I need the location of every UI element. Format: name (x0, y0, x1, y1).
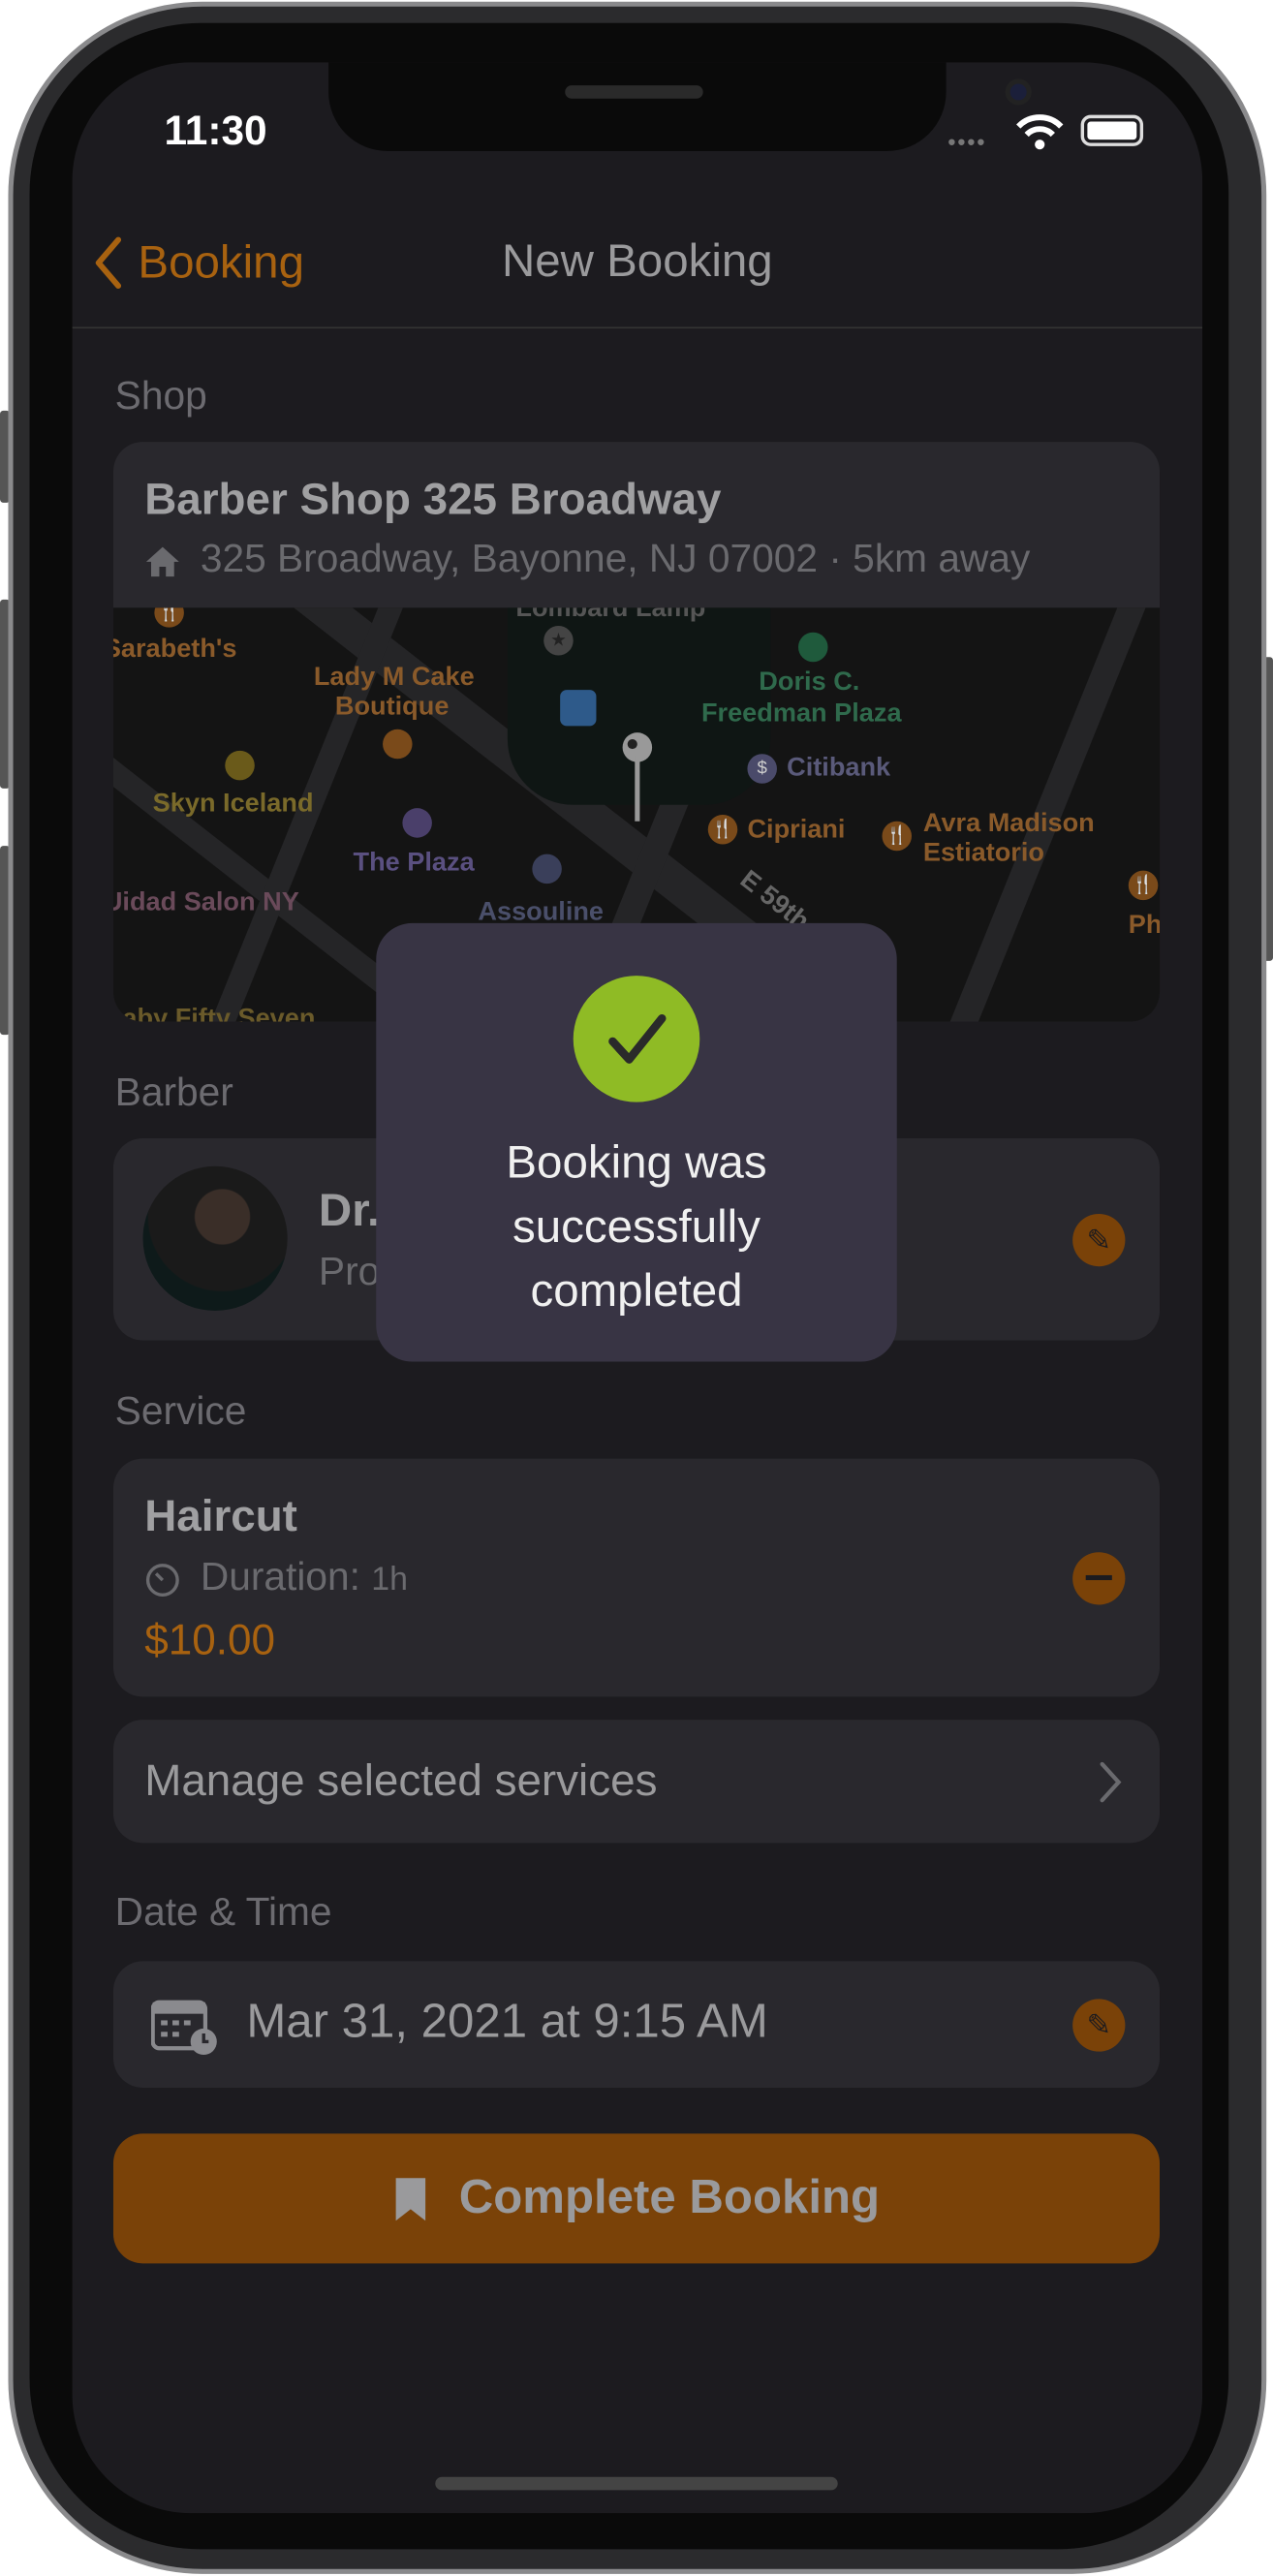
barber-subtitle: Pro (318, 1250, 381, 1295)
toast-line: completed (530, 1264, 743, 1317)
map-label: The Plaza (353, 849, 475, 878)
restaurant-icon: 🍴 (707, 814, 738, 845)
barber-section-label: Barber (114, 1071, 233, 1116)
map-label: Lombard Lamp (515, 607, 706, 623)
map-label: Doris C. (759, 668, 860, 697)
map-label: Cipriani (747, 816, 846, 845)
hotel-icon (402, 808, 432, 838)
duration-label: Duration: (200, 1555, 360, 1600)
service-section-label: Service (114, 1389, 247, 1435)
datetime-card[interactable]: Mar 31, 2021 at 9:15 AM ✎ (112, 1961, 1161, 2088)
service-duration: Duration: 1h (201, 1556, 408, 1601)
map-label: Baby Fifty Seven (112, 1005, 316, 1022)
barber-name: Dr. (318, 1184, 381, 1236)
map-label: Avra Madison (922, 809, 1095, 838)
map-label: Boutique (334, 693, 450, 722)
map-label: Sarabeth's (112, 636, 237, 664)
page-title: New Booking (501, 234, 773, 287)
duration-value: 1h (371, 1562, 409, 1598)
device-frame: 11:30 •••• Booking New Booking Shop Barb… (0, 0, 1273, 2576)
map-label: Skyn Iceland (152, 790, 314, 819)
timer-icon (145, 1564, 179, 1598)
signal-icon: •••• (947, 128, 987, 155)
edit-datetime-button[interactable]: ✎ (1072, 1999, 1126, 2052)
datetime-value: Mar 31, 2021 at 9:15 AM (246, 1996, 768, 2049)
nav-divider (72, 326, 1203, 329)
manage-services-label: Manage selected services (144, 1755, 658, 1806)
success-toast: Booking was successfully completed (376, 922, 897, 1362)
transit-icon (560, 690, 597, 727)
barber-avatar (142, 1165, 288, 1311)
status-time: 11:30 (164, 108, 267, 155)
service-card[interactable]: Haircut Duration: 1h $10.00 (112, 1458, 1161, 1697)
pencil-icon: ✎ (1086, 2008, 1112, 2042)
notch (328, 62, 1032, 151)
complete-booking-button[interactable]: Complete Booking (112, 2133, 1161, 2264)
home-indicator[interactable] (435, 2476, 838, 2491)
home-icon (145, 546, 179, 577)
datetime-section-label: Date & Time (114, 1890, 332, 1936)
map-label: Philip (1128, 911, 1160, 940)
shop-icon (225, 750, 255, 781)
toast-line: successfully (512, 1200, 761, 1252)
shop-name: Barber Shop 325 Broadway (144, 474, 722, 524)
toast-line: Booking was (506, 1136, 767, 1188)
bookmark-icon (396, 2177, 426, 2220)
remove-service-button[interactable] (1072, 1552, 1126, 1605)
restaurant-icon: 🍴 (882, 821, 912, 852)
map-label: Lady M Cake (313, 663, 475, 692)
star-icon: ★ (543, 625, 574, 656)
complete-booking-label: Complete Booking (458, 2171, 881, 2224)
minus-icon (1085, 1574, 1112, 1581)
battery-icon (1080, 114, 1144, 146)
pencil-icon: ✎ (1086, 1224, 1112, 1257)
camera (1005, 78, 1032, 106)
restaurant-icon: 🍴 (1128, 870, 1159, 901)
success-check-icon (573, 976, 700, 1102)
toast-message: Booking was successfully completed (376, 1130, 896, 1321)
bakery-icon (383, 729, 413, 760)
park-icon (798, 632, 828, 663)
map-label: Estiatorio (922, 839, 1044, 868)
edit-barber-button[interactable]: ✎ (1072, 1213, 1126, 1267)
speaker (565, 85, 703, 99)
service-price: $10.00 (144, 1614, 276, 1664)
service-name: Haircut (144, 1491, 297, 1541)
map-label: Freedman Plaza (700, 699, 902, 729)
shop-section-label: Shop (114, 374, 207, 419)
restaurant-icon: 🍴 (154, 607, 184, 628)
calendar-clock-icon (150, 2000, 217, 2056)
screen: 11:30 •••• Booking New Booking Shop Barb… (72, 62, 1203, 2514)
manage-services-button[interactable]: Manage selected services (112, 1720, 1161, 1844)
shop-address: 325 Broadway, Bayonne, NJ 07002 · 5km aw… (200, 537, 1031, 582)
map-label: Citibank (787, 754, 891, 783)
map-label: Uidad Salon NY (112, 888, 299, 917)
chevron-right-icon (1100, 1761, 1122, 1803)
map-pin-icon[interactable] (621, 730, 654, 822)
wifi-icon (1016, 114, 1064, 150)
antenna-icon (532, 853, 562, 885)
bank-icon: $ (747, 754, 777, 784)
